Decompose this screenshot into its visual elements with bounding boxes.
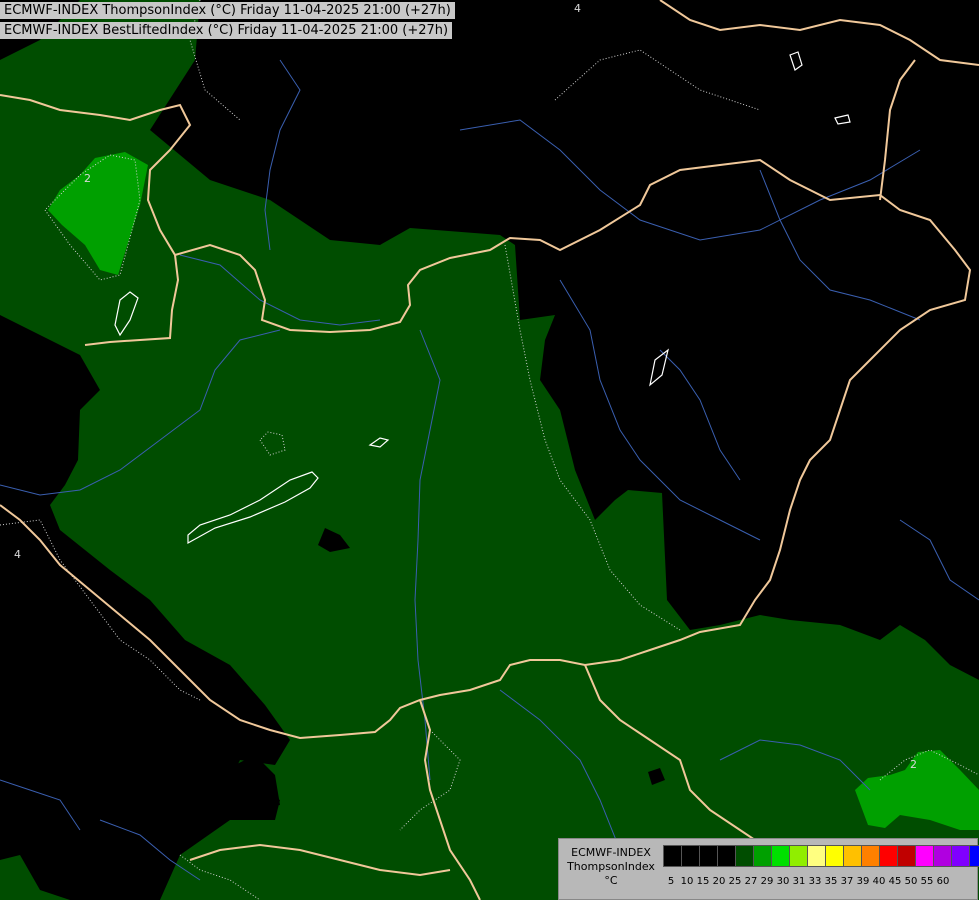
legend-tick-label: 5	[667, 876, 675, 887]
legend-swatch	[771, 845, 790, 867]
legend-swatches	[663, 845, 979, 867]
legend-swatch	[843, 845, 862, 867]
legend-tick-label: 60	[936, 876, 950, 887]
contour-label-4-n: 4	[574, 2, 581, 15]
legend-tick-label: 33	[808, 876, 822, 887]
legend-tick-label: 50	[904, 876, 918, 887]
legend-tick-label: 30	[776, 876, 790, 887]
legend-swatch	[699, 845, 718, 867]
legend-tick-label: 40	[872, 876, 886, 887]
legend-swatch	[897, 845, 916, 867]
legend-ticks: 5 10 15 20 25 27 29 30 31 33 35 37 39 40 45 50 55 60	[663, 876, 951, 887]
legend-swatch	[825, 845, 844, 867]
map-title-best-lifted-index: ECMWF-INDEX BestLiftedIndex (°C) Friday …	[0, 22, 453, 39]
legend-tick-label: 29	[760, 876, 774, 887]
legend-swatch	[969, 845, 979, 867]
legend-swatch	[717, 845, 736, 867]
legend-tick-label: 45	[888, 876, 902, 887]
contour-label-4-w: 4	[14, 548, 21, 561]
legend-swatch	[951, 845, 970, 867]
legend-tick-label: 55	[920, 876, 934, 887]
legend-tick-label: 35	[824, 876, 838, 887]
legend-swatch	[915, 845, 934, 867]
legend-tick-label: 31	[792, 876, 806, 887]
legend-swatch	[933, 845, 952, 867]
legend-tick-label: 10	[680, 876, 694, 887]
contour-label-2-nw: 2	[84, 172, 91, 185]
legend-swatch	[861, 845, 880, 867]
legend-swatch	[789, 845, 808, 867]
legend-tick-label: 15	[696, 876, 710, 887]
legend-swatch	[807, 845, 826, 867]
legend-parameter: ThompsonIndex	[567, 860, 655, 873]
legend-tick-label: 25	[728, 876, 742, 887]
legend-tick-label: 37	[840, 876, 854, 887]
weather-map: 2 2 4 4	[0, 0, 979, 900]
contour-label-2-se: 2	[910, 758, 917, 771]
legend-unit: °C	[604, 874, 618, 887]
legend-swatch	[735, 845, 754, 867]
legend-tick-label: 27	[744, 876, 758, 887]
map-title-thompson-index: ECMWF-INDEX ThompsonIndex (°C) Friday 11…	[0, 2, 455, 19]
legend-tick-label: 39	[856, 876, 870, 887]
legend-swatch	[681, 845, 700, 867]
legend-model: ECMWF-INDEX	[571, 846, 651, 859]
legend-title: ECMWF-INDEX ThompsonIndex °C	[563, 846, 659, 888]
legend-swatch	[663, 845, 682, 867]
legend-tick-label: 20	[712, 876, 726, 887]
legend-swatch	[753, 845, 772, 867]
color-legend: ECMWF-INDEX ThompsonIndex °C 5 10 15 20 25 27…	[558, 838, 979, 900]
legend-swatch	[879, 845, 898, 867]
